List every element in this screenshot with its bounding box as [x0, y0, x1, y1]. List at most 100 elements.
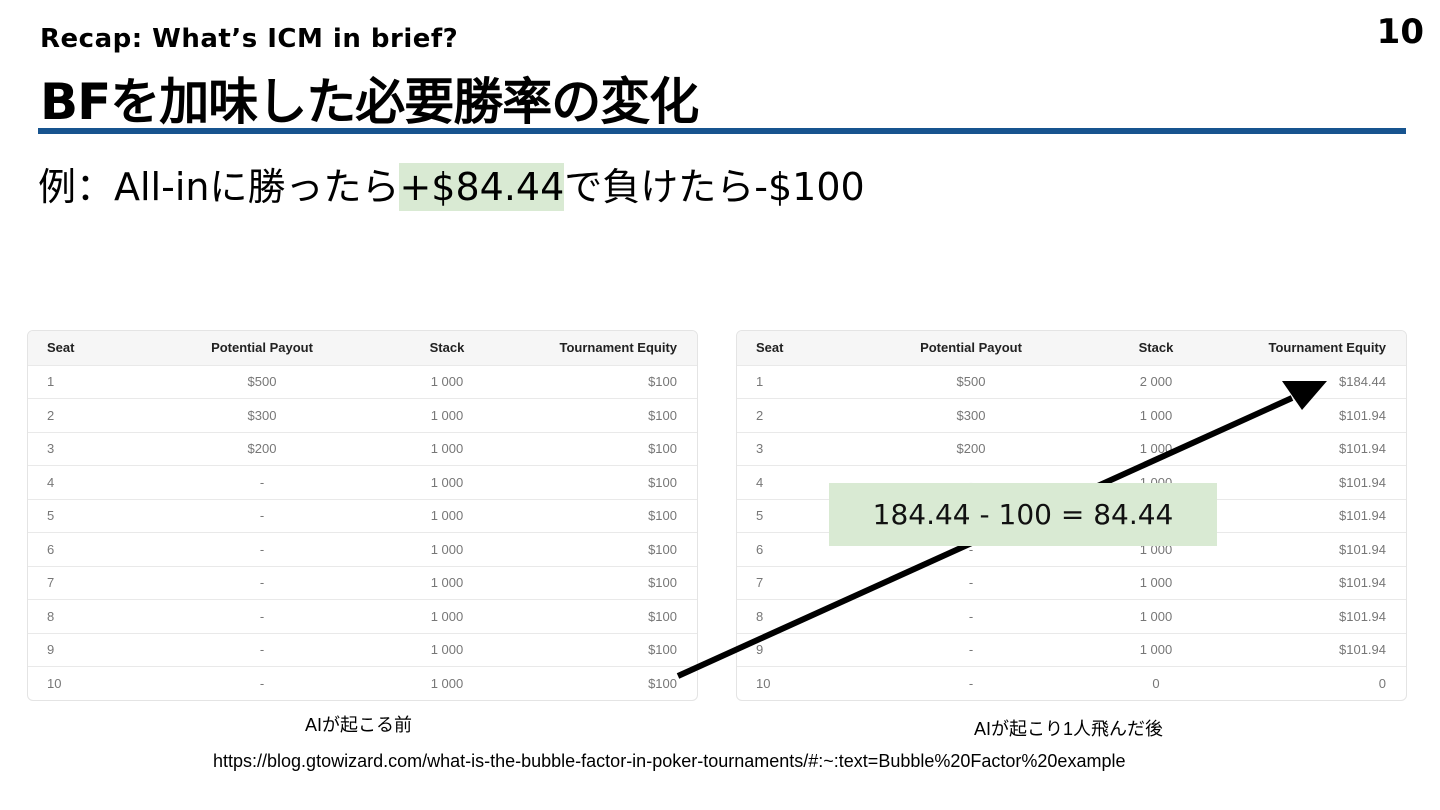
table-header-row: Seat Potential Payout Stack Tournament E… — [737, 331, 1406, 365]
cell-payout: - — [137, 632, 387, 667]
cell-seat: 5 — [28, 498, 137, 533]
column-header-payout: Potential Payout — [920, 340, 1022, 356]
cell-stack: 1 000 — [387, 364, 507, 399]
cell-stack: 1 000 — [387, 632, 507, 667]
cell-seat: 3 — [737, 431, 846, 466]
cell-stack: 1 000 — [1096, 599, 1216, 633]
table-row: 8-1 000 $100 — [28, 599, 697, 633]
example-highlight: +$84.44 — [399, 163, 565, 211]
cell-payout: $200 — [846, 431, 1096, 466]
cell-equity: $100 — [507, 666, 697, 700]
example-text: 例：All-inに勝ったら+$84.44で負けたら-$100 — [38, 156, 865, 211]
cell-equity: $100 — [507, 599, 697, 633]
cell-payout: $200 — [137, 431, 387, 466]
column-header-equity: Tournament Equity — [1268, 340, 1386, 356]
table-row: 10-0 0 — [737, 666, 1406, 700]
cell-stack: 1 000 — [387, 498, 507, 533]
table-row: 6-1 000 $100 — [28, 532, 697, 566]
cell-equity: $101.94 — [1216, 599, 1406, 633]
cell-payout: - — [137, 498, 387, 533]
table-before: Seat Potential Payout Stack Tournament E… — [28, 331, 697, 700]
cell-equity: $100 — [507, 364, 697, 399]
table-row: 7-1 000 $100 — [28, 565, 697, 600]
table-row: 10-1 000 $100 — [28, 666, 697, 700]
column-header-payout: Potential Payout — [211, 340, 313, 356]
subtitle: Recap: What’s ICM in brief? — [40, 24, 459, 54]
cell-seat: 9 — [737, 632, 846, 667]
cell-stack: 1 000 — [1096, 431, 1216, 466]
cell-stack: 1 000 — [1096, 398, 1216, 432]
caption-after: AIが起こり1人飛んだ後 — [974, 719, 1164, 739]
cell-equity: 0 — [1216, 666, 1406, 700]
page-number: 10 — [1376, 12, 1424, 52]
cell-equity: $100 — [507, 632, 697, 667]
cell-equity: $100 — [507, 565, 697, 600]
table-row: 3 $200 1 000 $101.94 — [737, 431, 1406, 466]
cell-payout: - — [137, 565, 387, 600]
cell-equity: $101.94 — [1216, 465, 1406, 499]
table-row: 8-1 000 $101.94 — [737, 599, 1406, 633]
cell-equity: $101.94 — [1216, 532, 1406, 566]
cell-equity: $101.94 — [1216, 431, 1406, 466]
cell-equity: $100 — [507, 532, 697, 566]
cell-seat: 7 — [737, 565, 846, 600]
title-underline — [38, 128, 1406, 134]
cell-payout: - — [846, 632, 1096, 667]
cell-seat: 9 — [28, 632, 137, 667]
column-header-seat: Seat — [47, 340, 75, 356]
cell-stack: 1 000 — [387, 398, 507, 432]
cell-payout: $500 — [846, 364, 1096, 399]
column-header-equity: Tournament Equity — [559, 340, 677, 356]
cell-seat: 2 — [28, 398, 137, 432]
cell-stack: 1 000 — [387, 599, 507, 633]
table-before-card: Seat Potential Payout Stack Tournament E… — [27, 330, 698, 701]
cell-payout: - — [137, 532, 387, 566]
cell-stack: 1 000 — [387, 431, 507, 466]
cell-seat: 3 — [28, 431, 137, 466]
cell-seat: 6 — [28, 532, 137, 566]
table-row: 5-1 000 $100 — [28, 498, 697, 533]
cell-stack: 1 000 — [1096, 632, 1216, 667]
cell-equity: $101.94 — [1216, 632, 1406, 667]
cell-payout: - — [137, 599, 387, 633]
table-row: 1 $500 1 000 $100 — [28, 364, 697, 399]
cell-payout: $500 — [137, 364, 387, 399]
cell-payout: $300 — [846, 398, 1096, 432]
table-row: 7-1 000 $101.94 — [737, 565, 1406, 600]
cell-stack: 1 000 — [387, 666, 507, 700]
cell-payout: - — [846, 666, 1096, 700]
cell-stack: 0 — [1096, 666, 1216, 700]
cell-stack: 1 000 — [387, 532, 507, 566]
column-header-seat: Seat — [756, 340, 784, 356]
cell-equity: $100 — [507, 398, 697, 432]
table-row: 3 $200 1 000 $100 — [28, 431, 697, 466]
cell-payout: $300 — [137, 398, 387, 432]
example-suffix: で負けたら-$100 — [564, 165, 865, 209]
cell-payout: - — [846, 599, 1096, 633]
cell-equity: $100 — [507, 431, 697, 466]
cell-equity: $100 — [507, 498, 697, 533]
cell-payout: - — [846, 565, 1096, 600]
cell-payout: - — [137, 465, 387, 499]
cell-seat: 4 — [28, 465, 137, 499]
cell-seat: 8 — [28, 599, 137, 633]
cell-seat: 2 — [737, 398, 846, 432]
cell-equity: $101.94 — [1216, 398, 1406, 432]
page-title: BFを加味した必要勝率の変化 — [40, 73, 699, 131]
table-row: 9-1 000 $101.94 — [737, 632, 1406, 667]
formula-box: 184.44 - 100 = 84.44 — [829, 483, 1217, 546]
cell-seat: 7 — [28, 565, 137, 600]
cell-seat: 10 — [28, 666, 137, 700]
cell-equity: $101.94 — [1216, 498, 1406, 533]
cell-payout: - — [137, 666, 387, 700]
cell-seat: 1 — [28, 364, 137, 399]
table-header-row: Seat Potential Payout Stack Tournament E… — [28, 331, 697, 365]
cell-equity: $101.94 — [1216, 565, 1406, 600]
cell-seat: 8 — [737, 599, 846, 633]
source-url[interactable]: https://blog.gtowizard.com/what-is-the-b… — [213, 751, 1125, 772]
column-header-stack: Stack — [429, 340, 465, 356]
cell-stack: 1 000 — [387, 565, 507, 600]
table-row: 1 $500 2 000 $184.44 — [737, 364, 1406, 399]
column-header-stack: Stack — [1138, 340, 1174, 356]
cell-equity: $184.44 — [1216, 364, 1406, 399]
